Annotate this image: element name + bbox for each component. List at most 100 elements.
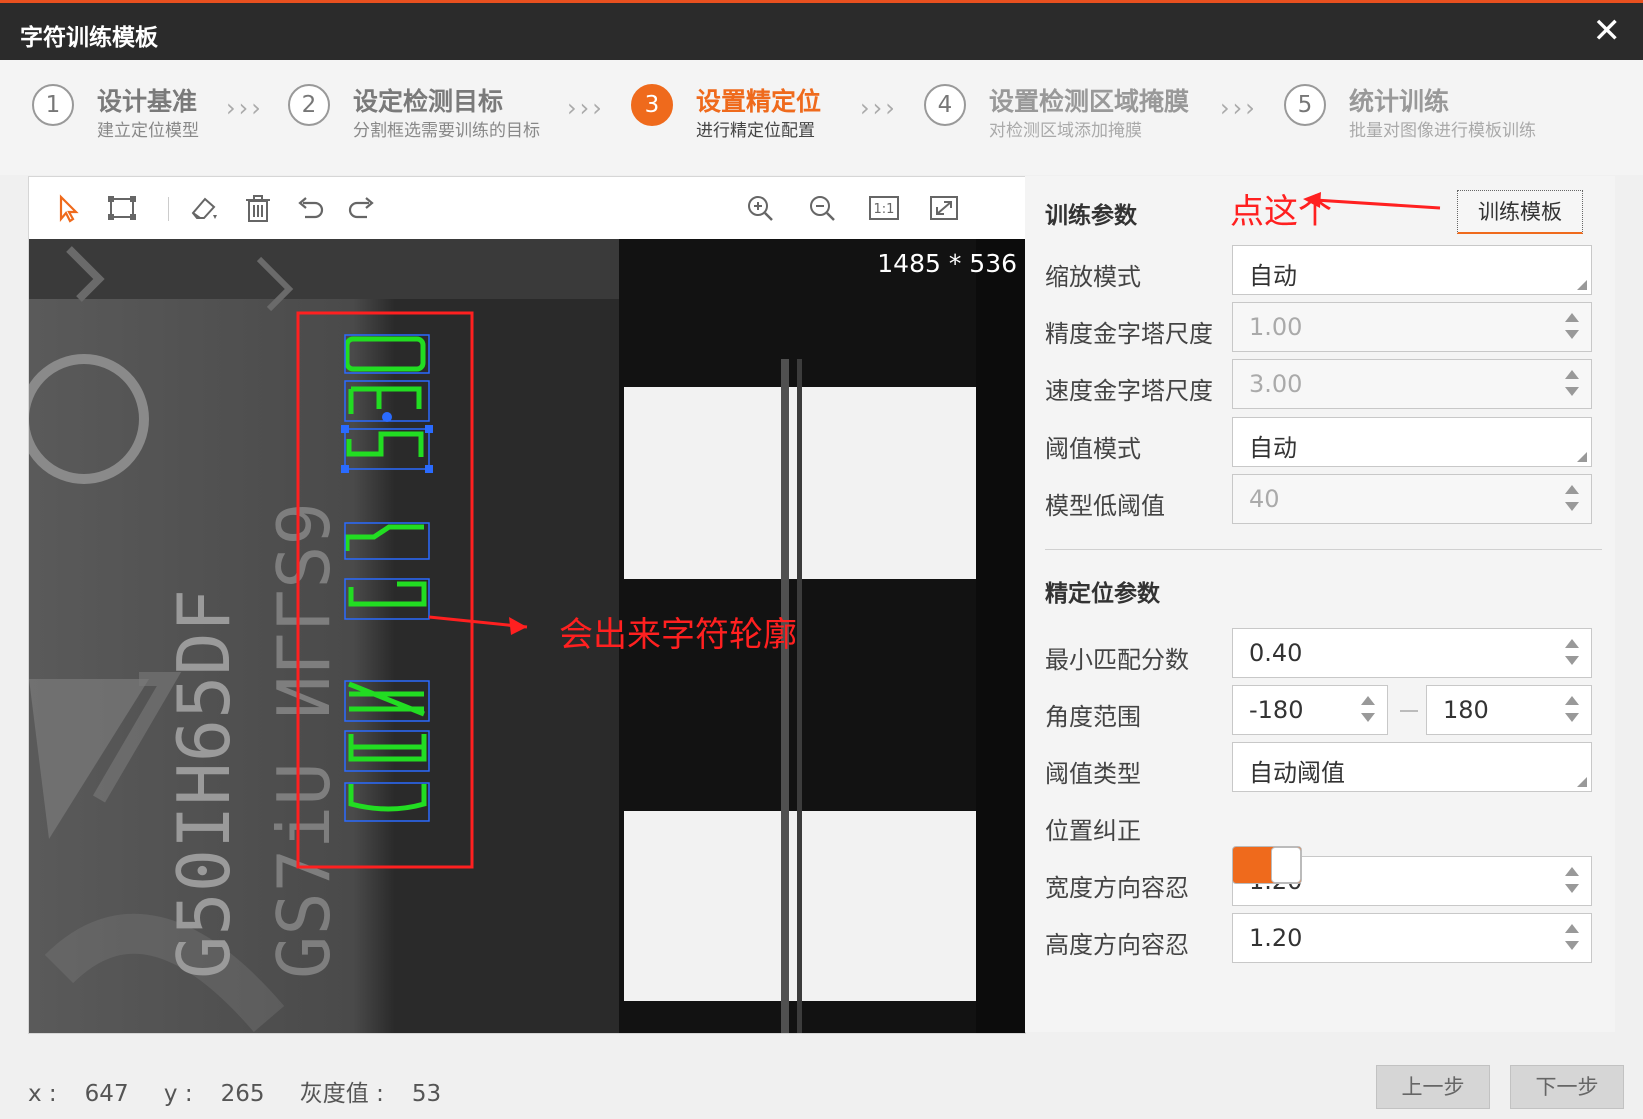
step-separator: ››› xyxy=(860,94,898,122)
precision-pyramid-input[interactable]: 1.00 xyxy=(1232,302,1592,352)
field-value: 40 xyxy=(1249,485,1280,513)
step-number: 1 xyxy=(32,84,74,126)
field-value: 1.20 xyxy=(1249,924,1303,952)
gray-value: 53 xyxy=(411,1081,442,1107)
x-label: x : xyxy=(28,1081,57,1107)
field-value: 180 xyxy=(1443,696,1489,724)
trash-icon[interactable] xyxy=(241,191,275,225)
toggle-knob xyxy=(1271,847,1301,883)
wizard-steps: 1 设计基准 建立定位模型 ››› 2 设定检测目标 分割框选需要训练的目标 ›… xyxy=(0,60,1643,175)
step-subtitle: 对检测区域添加掩膜 xyxy=(989,121,1142,141)
field-label: 宽度方向容忍 xyxy=(1045,874,1189,902)
image-dimensions: 1485 * 536 xyxy=(877,249,1017,278)
step-subtitle: 进行精定位配置 xyxy=(696,121,815,141)
one-to-one-label: 1:1 xyxy=(874,202,895,217)
dropdown-corner-icon xyxy=(1577,777,1587,787)
field-label: 缩放模式 xyxy=(1045,263,1141,291)
spinner-icon[interactable] xyxy=(1565,867,1579,895)
close-icon[interactable]: ✕ xyxy=(1593,11,1622,51)
step-title: 设计基准 xyxy=(97,87,198,116)
rect-icon[interactable] xyxy=(105,191,139,225)
field-value: 1.00 xyxy=(1249,313,1303,341)
image-viewer: 1:1 G50IH65DF GS7iU ИГГS9 1485 * 536 会出来… xyxy=(28,176,1026,1034)
field-label: 模型低阈值 xyxy=(1045,492,1165,520)
spinner-icon[interactable] xyxy=(1361,696,1375,724)
chip-marking-line1: G50IH65DF xyxy=(162,589,246,979)
step-title: 统计训练 xyxy=(1349,87,1450,116)
threshold-type-select[interactable]: 自动阈值 xyxy=(1232,742,1592,792)
inspection-image: G50IH65DF GS7iU ИГГS9 xyxy=(29,239,1025,1033)
redo-icon[interactable] xyxy=(345,191,379,225)
field-label: 精度金字塔尺度 xyxy=(1045,320,1213,348)
title-bar: 字符训练模板 ✕ xyxy=(0,0,1643,60)
model-low-threshold-input[interactable]: 40 xyxy=(1232,474,1592,524)
x-value: 647 xyxy=(84,1081,129,1107)
field-value: 自动 xyxy=(1249,434,1297,462)
undo-icon[interactable] xyxy=(293,191,327,225)
one-to-one-icon[interactable]: 1:1 xyxy=(867,191,901,225)
spinner-icon[interactable] xyxy=(1565,485,1579,513)
fit-icon[interactable] xyxy=(927,191,961,225)
train-template-button[interactable]: 训练模板 xyxy=(1457,190,1583,234)
position-correct-toggle[interactable] xyxy=(1232,846,1302,884)
field-value: -180 xyxy=(1249,696,1304,724)
dialog-window: 字符训练模板 ✕ 1 设计基准 建立定位模型 ››› 2 设定检测目标 分割框选… xyxy=(0,0,1643,1119)
zoom-mode-select[interactable]: 自动 xyxy=(1232,245,1592,295)
next-button[interactable]: 下一步 xyxy=(1510,1065,1624,1109)
height-tolerance-input[interactable]: 1.20 xyxy=(1232,913,1592,963)
min-score-input[interactable]: 0.40 xyxy=(1232,628,1592,678)
step-subtitle: 分割框选需要训练的目标 xyxy=(353,121,540,141)
zoom-out-icon[interactable] xyxy=(805,191,839,225)
field-label: 阈值模式 xyxy=(1045,435,1141,463)
spinner-icon[interactable] xyxy=(1565,370,1579,398)
spinner-icon[interactable] xyxy=(1565,696,1579,724)
step-title: 设置精定位 xyxy=(696,87,822,116)
step-subtitle: 批量对图像进行模板训练 xyxy=(1349,121,1536,141)
angle-max-input[interactable]: 180 xyxy=(1426,685,1592,735)
step-number: 4 xyxy=(924,84,966,126)
prev-button[interactable]: 上一步 xyxy=(1376,1065,1490,1109)
step-number: 2 xyxy=(288,84,330,126)
select-icon[interactable] xyxy=(51,191,85,225)
field-label: 速度金字塔尺度 xyxy=(1045,377,1213,405)
cursor-status: x : 647 y : 265 灰度值 : 53 xyxy=(28,1074,469,1108)
step-title: 设置检测区域掩膜 xyxy=(989,87,1190,116)
step-subtitle: 建立定位模型 xyxy=(97,121,199,141)
gray-label: 灰度值 : xyxy=(299,1081,384,1107)
threshold-mode-select[interactable]: 自动 xyxy=(1232,417,1592,467)
field-label: 最小匹配分数 xyxy=(1045,646,1189,674)
field-label: 阈值类型 xyxy=(1045,760,1141,788)
field-label: 角度范围 xyxy=(1045,703,1141,731)
section-divider xyxy=(1045,549,1602,550)
step-number: 3 xyxy=(631,84,673,126)
field-value: 0.40 xyxy=(1249,639,1303,667)
eraser-icon[interactable] xyxy=(187,191,221,225)
window-title: 字符训练模板 xyxy=(20,25,158,51)
field-value: 自动 xyxy=(1249,262,1297,290)
step-separator: ››› xyxy=(226,94,264,122)
step-title: 设定检测目标 xyxy=(353,87,504,116)
spinner-icon[interactable] xyxy=(1565,639,1579,667)
annotation-arrow xyxy=(1303,192,1441,210)
spinner-icon[interactable] xyxy=(1565,313,1579,341)
toolbar-divider xyxy=(168,197,169,221)
dropdown-corner-icon xyxy=(1577,280,1587,290)
field-label: 高度方向容忍 xyxy=(1045,931,1189,959)
dropdown-corner-icon xyxy=(1577,452,1587,462)
field-label: 位置纠正 xyxy=(1045,817,1141,845)
step-separator: ››› xyxy=(567,94,605,122)
image-canvas[interactable]: G50IH65DF GS7iU ИГГS9 1485 * 536 会出来字符轮廓 xyxy=(29,239,1025,1033)
param-panel: 训练参数 点这个 训练模板 缩放模式 自动 精度金字塔尺度 1.00 速度金字塔… xyxy=(1025,176,1615,1032)
spinner-icon[interactable] xyxy=(1565,924,1579,952)
field-value: 自动阈值 xyxy=(1249,759,1345,787)
angle-min-input[interactable]: -180 xyxy=(1232,685,1388,735)
annotation-outline-note: 会出来字符轮廓 xyxy=(559,615,797,655)
speed-pyramid-input[interactable]: 3.00 xyxy=(1232,359,1592,409)
zoom-in-icon[interactable] xyxy=(743,191,777,225)
viewer-toolbar: 1:1 xyxy=(29,177,1025,239)
y-label: y : xyxy=(163,1081,193,1107)
step-number: 5 xyxy=(1284,84,1326,126)
locate-params-heading: 精定位参数 xyxy=(1045,581,1160,607)
chip-marking-line2: GS7iU ИГГS9 xyxy=(262,502,346,979)
train-params-heading: 训练参数 xyxy=(1045,203,1137,229)
